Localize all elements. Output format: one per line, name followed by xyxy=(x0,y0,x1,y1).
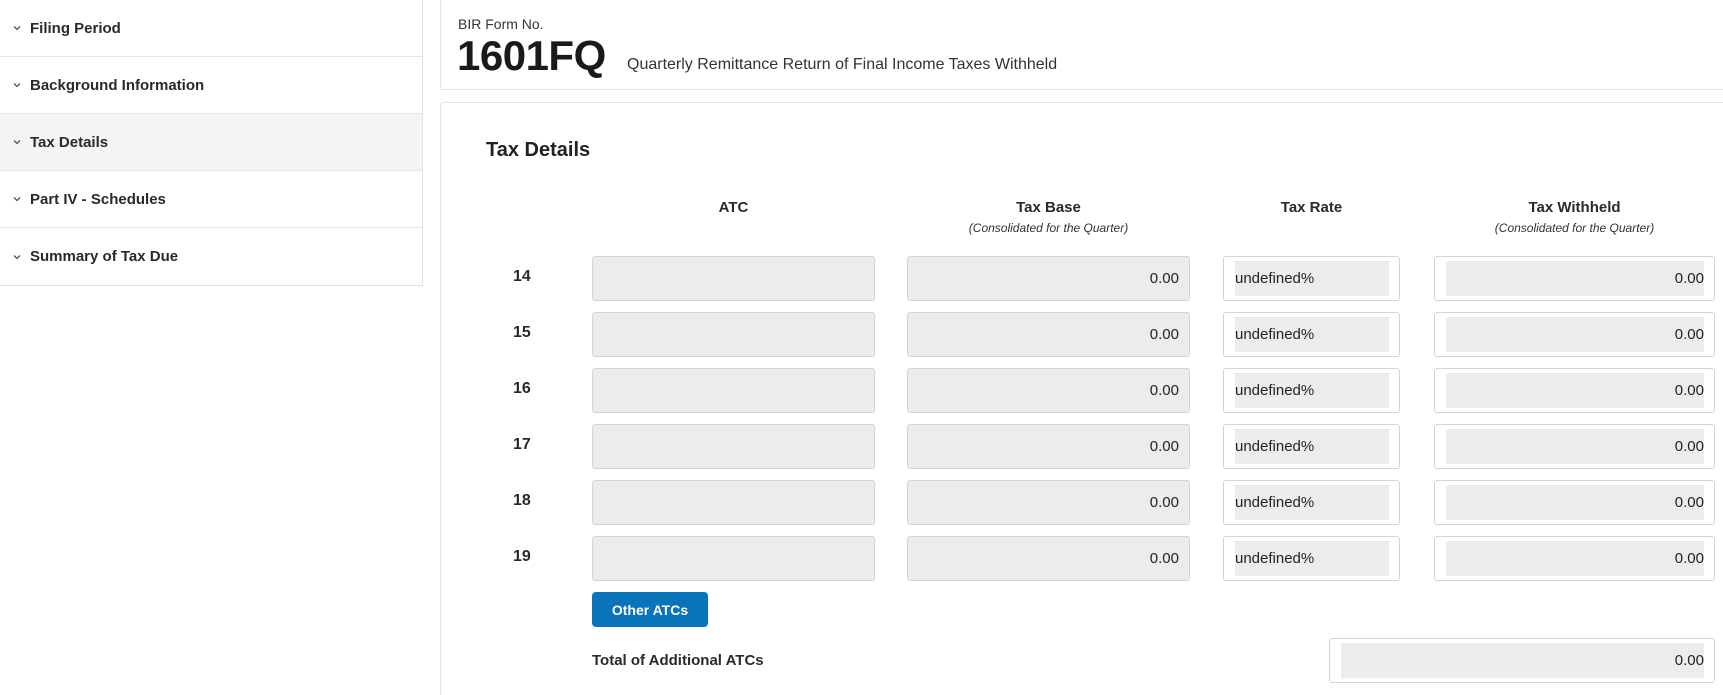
sidebar-item-filing-period[interactable]: Filing Period xyxy=(0,0,422,57)
sidebar-item-label: Background Information xyxy=(30,76,205,94)
tax-details-panel: Tax Details ATC Tax Base (Consolidated f… xyxy=(440,102,1723,695)
tax-rate-field: undefined% xyxy=(1223,480,1400,525)
tax-withheld-field: 0.00 xyxy=(1434,368,1715,413)
tax-withheld-value: 0.00 xyxy=(1446,261,1704,296)
column-header-tax-base: Tax Base (Consolidated for the Quarter) xyxy=(907,199,1190,235)
tax-rate-value: undefined% xyxy=(1235,485,1389,520)
chevron-down-icon xyxy=(12,194,22,204)
tax-rate-value: undefined% xyxy=(1235,429,1389,464)
tax-rate-value: undefined% xyxy=(1235,261,1389,296)
sidebar-item-label: Filing Period xyxy=(30,19,121,37)
column-header-sublabel: (Consolidated for the Quarter) xyxy=(968,221,1129,235)
row-number: 15 xyxy=(513,324,531,341)
chevron-down-icon xyxy=(12,137,22,147)
sidebar-item-label: Summary of Tax Due xyxy=(30,248,179,265)
chevron-down-icon xyxy=(12,80,22,90)
column-header-label: Tax Withheld xyxy=(1528,199,1621,216)
form-header: BIR Form No. 1601FQ Quarterly Remittance… xyxy=(440,0,1723,90)
other-atcs-button[interactable]: Other ATCs xyxy=(592,592,708,627)
atc-field[interactable] xyxy=(592,536,875,581)
total-additional-atcs-field: 0.00 xyxy=(1329,638,1715,683)
atc-field[interactable] xyxy=(592,368,875,413)
column-header-atc: ATC xyxy=(592,199,875,216)
tax-rate-field: undefined% xyxy=(1223,368,1400,413)
sidebar-item-summary-of-tax-due[interactable]: Summary of Tax Due xyxy=(0,228,422,285)
total-additional-atcs-label: Total of Additional ATCs xyxy=(592,652,764,669)
tax-base-field[interactable]: 0.00 xyxy=(907,536,1190,581)
atc-field[interactable] xyxy=(592,424,875,469)
atc-field[interactable] xyxy=(592,256,875,301)
row-number: 14 xyxy=(513,268,531,285)
atc-field[interactable] xyxy=(592,312,875,357)
total-additional-atcs-value: 0.00 xyxy=(1341,643,1704,678)
sidebar-nav: Filing Period Background Information Tax… xyxy=(0,0,423,286)
sidebar-item-label: Part IV - Schedules xyxy=(30,190,166,208)
tax-rate-value: undefined% xyxy=(1235,317,1389,352)
column-header-tax-withheld: Tax Withheld (Consolidated for the Quart… xyxy=(1434,199,1715,235)
sidebar-item-label: Tax Details xyxy=(30,133,109,151)
tax-rate-field: undefined% xyxy=(1223,536,1400,581)
form-number-label: BIR Form No. xyxy=(458,16,544,32)
column-header-label: ATC xyxy=(718,199,749,216)
tax-withheld-field: 0.00 xyxy=(1434,536,1715,581)
chevron-down-icon xyxy=(12,23,22,33)
column-header-label: Tax Rate xyxy=(1280,199,1343,216)
row-number: 17 xyxy=(513,436,531,453)
tax-withheld-value: 0.00 xyxy=(1446,485,1704,520)
form-code: 1601FQ xyxy=(457,32,606,79)
tax-withheld-value: 0.00 xyxy=(1446,429,1704,464)
tax-withheld-value: 0.00 xyxy=(1446,317,1704,352)
tax-withheld-field: 0.00 xyxy=(1434,424,1715,469)
section-title: Tax Details xyxy=(486,139,591,161)
tax-rate-field: undefined% xyxy=(1223,312,1400,357)
tax-base-field[interactable]: 0.00 xyxy=(907,312,1190,357)
sidebar-item-background-information[interactable]: Background Information xyxy=(0,57,422,114)
row-number: 16 xyxy=(513,380,531,397)
tax-base-field[interactable]: 0.00 xyxy=(907,368,1190,413)
tax-base-field[interactable]: 0.00 xyxy=(907,480,1190,525)
atc-field[interactable] xyxy=(592,480,875,525)
row-number: 18 xyxy=(513,492,531,509)
tax-withheld-value: 0.00 xyxy=(1446,541,1704,576)
chevron-down-icon xyxy=(12,252,22,262)
tax-rate-field: undefined% xyxy=(1223,256,1400,301)
tax-withheld-field: 0.00 xyxy=(1434,480,1715,525)
tax-base-field[interactable]: 0.00 xyxy=(907,424,1190,469)
column-header-tax-rate: Tax Rate xyxy=(1223,199,1400,216)
tax-rate-value: undefined% xyxy=(1235,373,1389,408)
tax-withheld-value: 0.00 xyxy=(1446,373,1704,408)
column-header-sublabel: (Consolidated for the Quarter) xyxy=(1494,221,1655,235)
sidebar-item-tax-details[interactable]: Tax Details xyxy=(0,114,422,171)
sidebar-item-part-iv-schedules[interactable]: Part IV - Schedules xyxy=(0,171,422,228)
tax-withheld-field: 0.00 xyxy=(1434,312,1715,357)
tax-rate-field: undefined% xyxy=(1223,424,1400,469)
tax-rate-value: undefined% xyxy=(1235,541,1389,576)
row-number: 19 xyxy=(513,548,531,565)
form-title: Quarterly Remittance Return of Final Inc… xyxy=(627,56,1058,73)
column-header-label: Tax Base xyxy=(1016,199,1081,216)
tax-withheld-field: 0.00 xyxy=(1434,256,1715,301)
tax-base-field[interactable]: 0.00 xyxy=(907,256,1190,301)
